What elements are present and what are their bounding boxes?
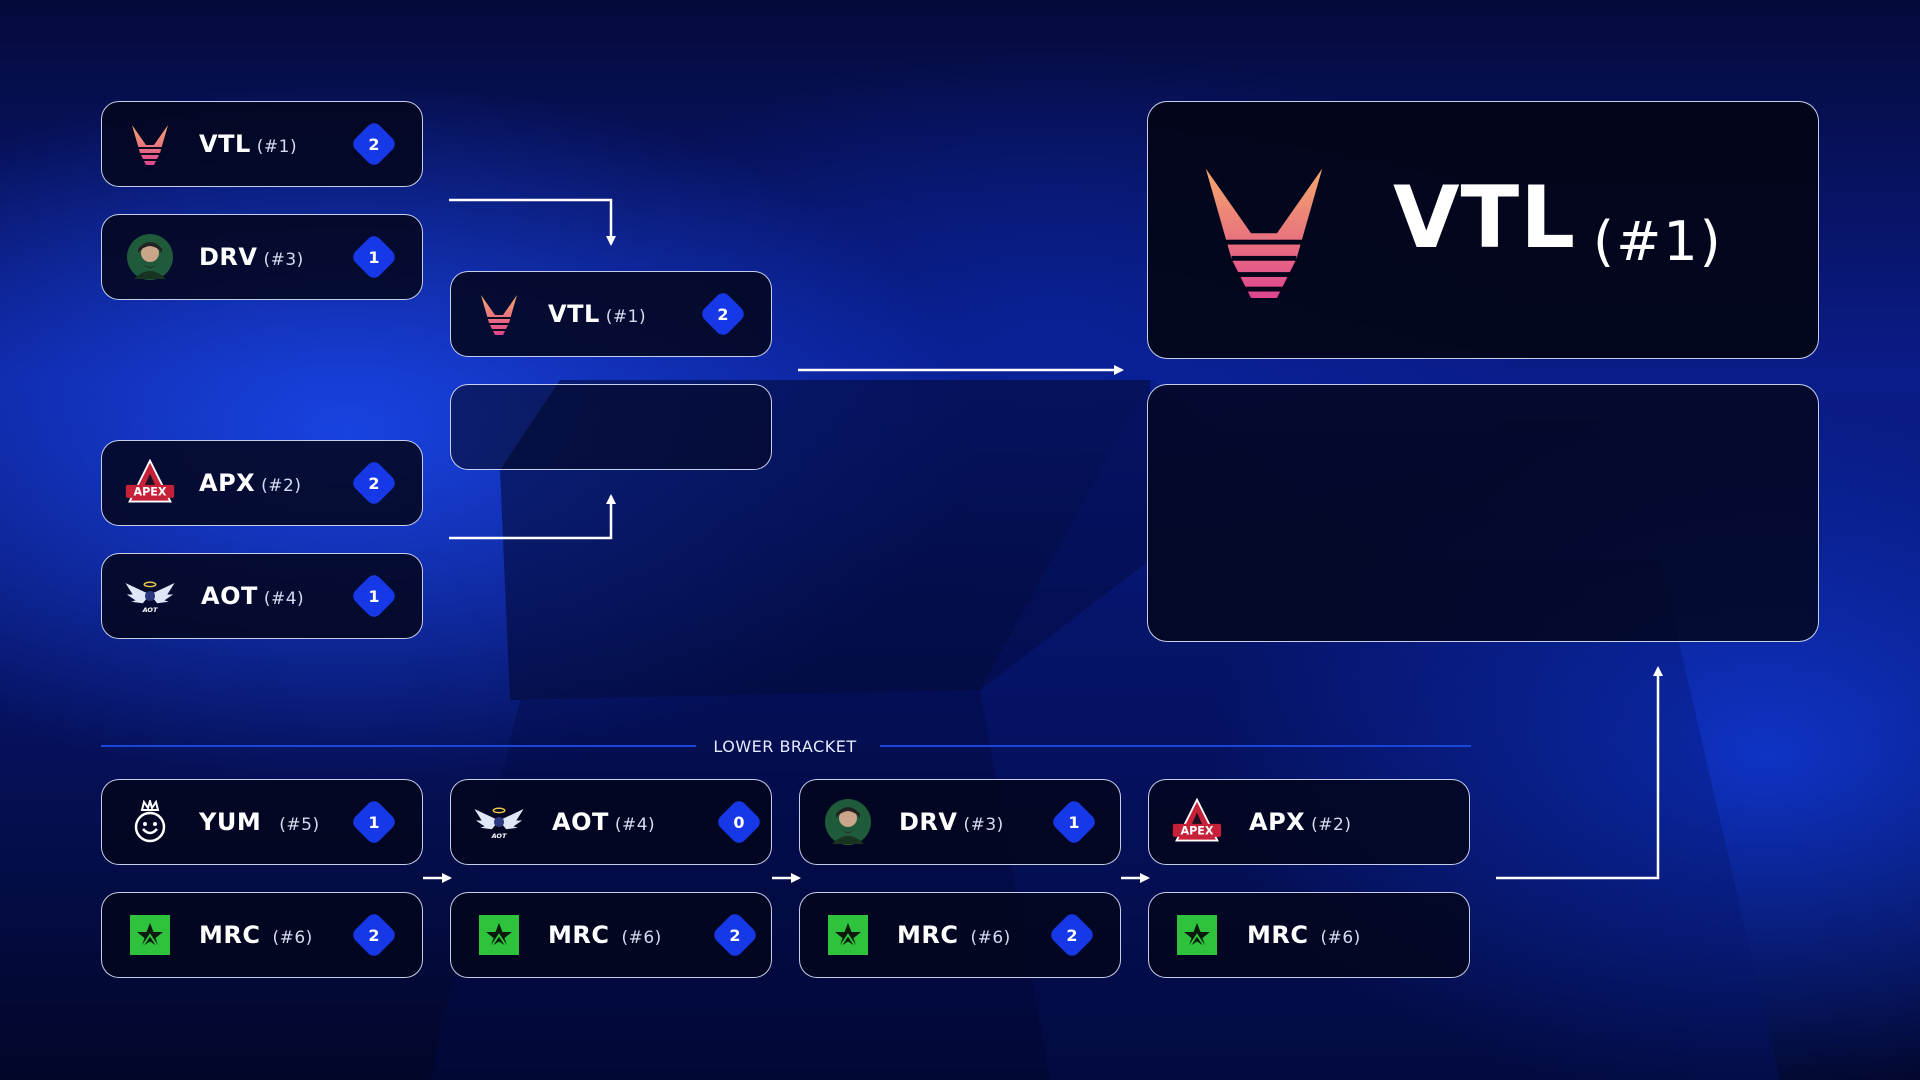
drv-logo-icon	[822, 796, 874, 848]
lower-final-team-mrc[interactable]: MRC (#6)	[1148, 892, 1470, 978]
team-seed: (#1)	[256, 137, 298, 157]
team-seed: (#3)	[963, 815, 1004, 835]
team-seed: (#6)	[272, 928, 313, 948]
upper-final-team-vtl[interactable]: VTL (#1) 2	[450, 271, 772, 357]
team-abbr: DRV	[899, 808, 958, 836]
team-abbr: AOT	[201, 582, 258, 610]
vtl-logo-icon	[473, 288, 525, 340]
apx-logo-icon: APEX	[124, 457, 176, 509]
team-seed: (#6)	[970, 928, 1011, 948]
lower-r2-team-mrc[interactable]: MRC (#6) 2	[450, 892, 772, 978]
grand-final-empty-slot[interactable]	[1147, 384, 1819, 642]
lower-bracket-label: LOWER BRACKET	[713, 737, 857, 756]
team-seed: (#4)	[614, 815, 656, 835]
grand-final-team-seed: (#1)	[1593, 210, 1723, 273]
upper-final-empty-slot[interactable]	[450, 384, 772, 470]
team-seed: (#2)	[1311, 815, 1352, 835]
team-abbr: YUM	[199, 808, 262, 836]
aot-logo-icon: AOT	[473, 796, 525, 848]
upper-semi2-team-aot[interactable]: AOT AOT (#4) 1	[101, 553, 423, 639]
team-seed: (#3)	[263, 250, 304, 270]
team-abbr: DRV	[199, 243, 258, 271]
svg-text:AOT: AOT	[142, 606, 158, 614]
score-badge: 2	[698, 289, 748, 339]
score-badge: 1	[349, 232, 399, 282]
team-abbr: APX	[199, 469, 256, 497]
lower-bracket-divider-left	[101, 745, 696, 747]
vtl-logo-icon	[1196, 162, 1332, 298]
vtl-logo-icon	[124, 118, 176, 170]
team-abbr: APX	[1249, 808, 1306, 836]
lower-r3-team-drv[interactable]: DRV (#3) 1	[799, 779, 1121, 865]
mrc-logo-icon	[822, 909, 874, 961]
mrc-logo-icon	[124, 909, 176, 961]
lower-bracket-divider-right	[880, 745, 1471, 747]
grand-final-team-abbr: VTL	[1393, 168, 1577, 268]
svg-text:APEX: APEX	[134, 486, 167, 499]
score-badge: 2	[349, 119, 399, 169]
score-badge: 0	[714, 797, 764, 847]
team-seed: (#6)	[621, 928, 662, 948]
team-abbr: VTL	[199, 130, 251, 158]
svg-text:AOT: AOT	[491, 832, 507, 840]
team-seed: (#1)	[605, 307, 647, 327]
lower-r2-team-aot[interactable]: AOT AOT (#4) 0	[450, 779, 772, 865]
lower-r1-team-mrc[interactable]: MRC (#6) 2	[101, 892, 423, 978]
team-seed: (#2)	[261, 476, 302, 496]
grand-final-slot-1[interactable]: VTL (#1)	[1147, 101, 1819, 359]
team-abbr: VTL	[548, 300, 600, 328]
aot-logo-icon: AOT	[124, 570, 176, 622]
apx-logo-icon: APEX	[1171, 796, 1223, 848]
upper-semi1-team-vtl[interactable]: VTL (#1) 2	[101, 101, 423, 187]
team-abbr: AOT	[552, 808, 609, 836]
team-abbr: MRC	[199, 921, 261, 949]
team-abbr: MRC	[1247, 921, 1309, 949]
yum-logo-icon	[124, 796, 176, 848]
team-abbr: MRC	[897, 921, 959, 949]
team-seed: (#6)	[1320, 928, 1361, 948]
upper-semi1-team-drv[interactable]: DRV (#3) 1	[101, 214, 423, 300]
score-badge: 1	[349, 797, 399, 847]
team-seed: (#4)	[263, 589, 305, 609]
lower-final-team-apx[interactable]: APEX APX (#2)	[1148, 779, 1470, 865]
score-badge: 2	[1047, 910, 1097, 960]
svg-text:APEX: APEX	[1181, 825, 1214, 838]
lower-r1-team-yum[interactable]: YUM (#5) 1	[101, 779, 423, 865]
score-badge: 2	[349, 458, 399, 508]
upper-semi2-team-apx[interactable]: APEX APX (#2) 2	[101, 440, 423, 526]
team-seed: (#5)	[279, 815, 320, 835]
score-badge: 2	[349, 910, 399, 960]
team-abbr: MRC	[548, 921, 610, 949]
drv-logo-icon	[124, 231, 176, 283]
score-badge: 2	[710, 910, 760, 960]
score-badge: 1	[1049, 797, 1099, 847]
mrc-logo-icon	[473, 909, 525, 961]
lower-r3-team-mrc[interactable]: MRC (#6) 2	[799, 892, 1121, 978]
mrc-logo-icon	[1171, 909, 1223, 961]
score-badge: 1	[349, 571, 399, 621]
